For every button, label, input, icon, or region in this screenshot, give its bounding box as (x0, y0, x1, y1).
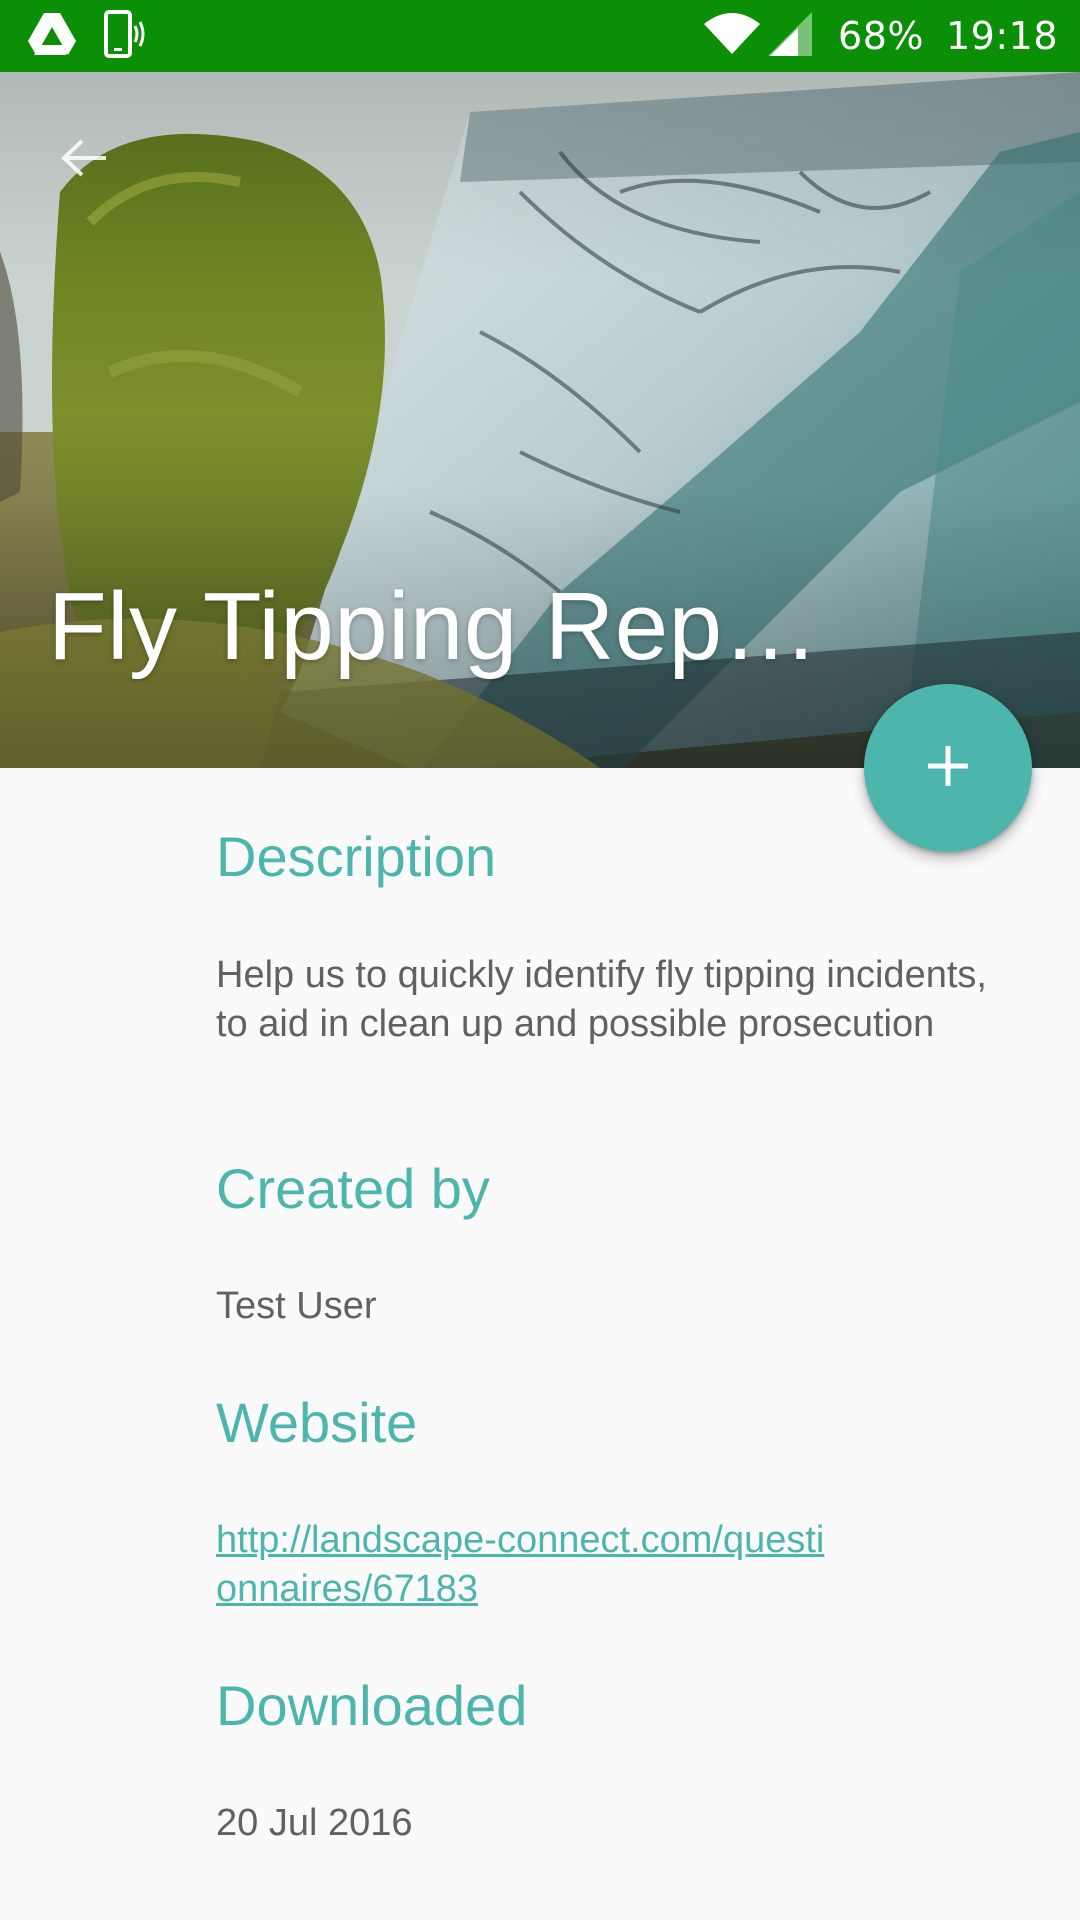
header-image: Fly Tipping Rep… (0, 72, 1080, 768)
created-by-text: Test User (216, 1285, 377, 1327)
clock: 19:18 (945, 14, 1058, 58)
created-by-heading: Created by (216, 1157, 490, 1220)
status-bar: 68% 19:18 (0, 0, 1080, 72)
battery-percentage: 68% (838, 14, 924, 58)
signal-icon (768, 12, 813, 60)
description-text: Help us to quickly identify fly tipping … (216, 954, 987, 1045)
status-right-area: 68% 19:18 (704, 0, 1058, 72)
website-value: http://landscape-connect.com/questionnai… (216, 1516, 836, 1614)
add-fab-button[interactable] (864, 684, 1032, 852)
app-screen: 68% 19:18 Fly Tipping Rep… Description H… (0, 0, 1080, 1920)
drive-icon (28, 13, 76, 59)
back-button[interactable] (54, 130, 114, 190)
page-title: Fly Tipping Rep… (48, 573, 819, 680)
downloaded-text: 20 Jul 2016 (216, 1802, 413, 1844)
plus-icon (924, 742, 972, 794)
wifi-icon (704, 12, 761, 60)
website-heading: Website (216, 1391, 418, 1454)
website-link[interactable]: http://landscape-connect.com/questionnai… (216, 1519, 824, 1610)
description-heading: Description (216, 825, 497, 888)
arrow-back-icon (60, 137, 108, 183)
downloaded-heading: Downloaded (216, 1674, 528, 1737)
status-left-icons (28, 10, 148, 62)
vibrate-phone-icon (104, 10, 148, 62)
